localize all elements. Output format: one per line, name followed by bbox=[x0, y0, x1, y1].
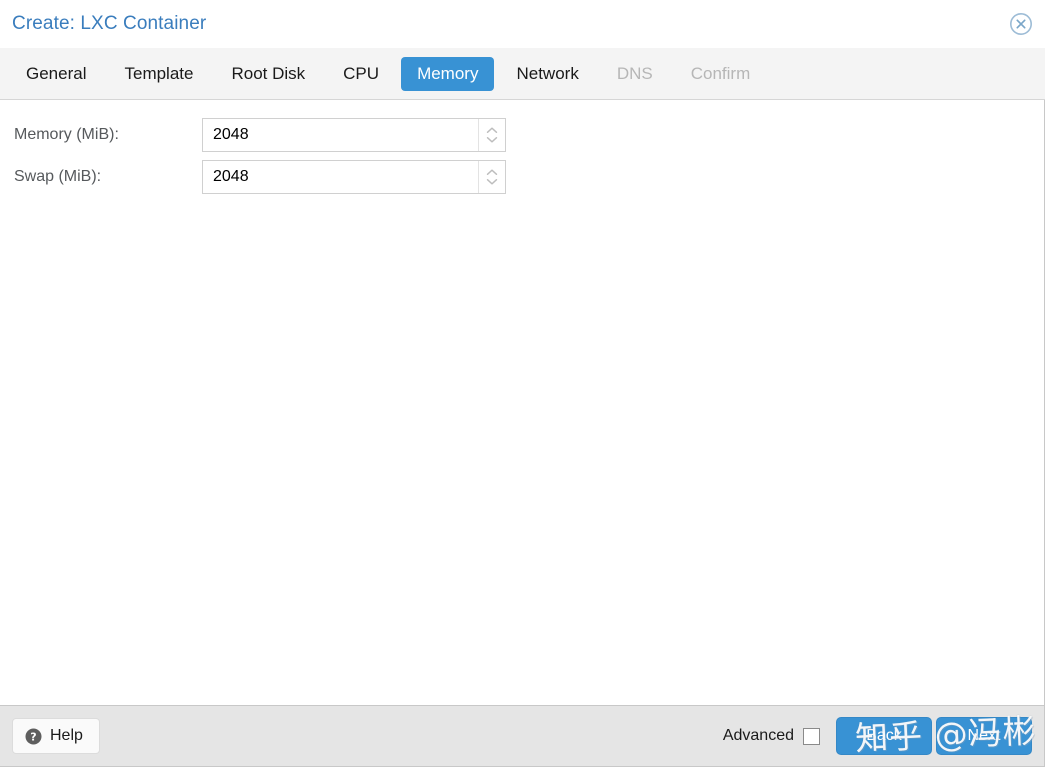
memory-field-row: Memory (MiB): bbox=[0, 118, 1044, 152]
tab-network[interactable]: Network bbox=[500, 57, 594, 91]
memory-input[interactable] bbox=[203, 120, 475, 150]
swap-field-row: Swap (MiB): bbox=[0, 160, 1044, 194]
chevron-down-icon[interactable] bbox=[485, 135, 499, 144]
help-button-label: Help bbox=[50, 727, 83, 744]
page-title: Create: LXC Container bbox=[12, 13, 207, 34]
tab-template[interactable]: Template bbox=[108, 57, 209, 91]
swap-field-label: Swap (MiB): bbox=[14, 168, 102, 185]
next-button[interactable]: Next bbox=[936, 717, 1032, 755]
tab-root-disk[interactable]: Root Disk bbox=[215, 57, 321, 91]
create-lxc-container-dialog: Create: LXC Container General Template R… bbox=[0, 0, 1045, 767]
chevron-up-icon[interactable] bbox=[485, 126, 499, 135]
advanced-label: Advanced bbox=[722, 727, 794, 744]
memory-tab-panel: Memory (MiB): Sw bbox=[0, 100, 1045, 705]
svg-text:?: ? bbox=[30, 730, 36, 743]
advanced-checkbox[interactable] bbox=[803, 727, 820, 745]
help-button[interactable]: ? Help bbox=[12, 718, 100, 754]
tab-memory[interactable]: Memory bbox=[401, 56, 495, 91]
tab-general[interactable]: General bbox=[10, 57, 102, 91]
memory-field-label: Memory (MiB): bbox=[14, 126, 119, 143]
back-button[interactable]: Back bbox=[836, 717, 932, 755]
swap-spinner-buttons[interactable] bbox=[478, 161, 505, 193]
chevron-down-icon[interactable] bbox=[485, 177, 499, 186]
swap-input[interactable] bbox=[203, 162, 475, 192]
memory-spinner[interactable] bbox=[202, 118, 506, 152]
dialog-footer: ? Help Advanced Back Next 知乎 @冯彬 bbox=[0, 705, 1045, 767]
memory-spinner-buttons[interactable] bbox=[478, 119, 505, 151]
advanced-toggle[interactable]: Advanced bbox=[723, 727, 820, 745]
dialog-titlebar: Create: LXC Container bbox=[0, 0, 1045, 48]
wizard-tabbar: General Template Root Disk CPU Memory Ne… bbox=[0, 48, 1045, 100]
question-circle-icon: ? bbox=[25, 728, 42, 745]
close-icon[interactable] bbox=[1009, 12, 1033, 36]
swap-spinner[interactable] bbox=[202, 160, 506, 194]
tab-cpu[interactable]: CPU bbox=[327, 57, 395, 91]
tab-dns: DNS bbox=[616, 63, 653, 83]
tab-confirm: Confirm bbox=[690, 63, 751, 83]
chevron-up-icon[interactable] bbox=[485, 168, 499, 177]
